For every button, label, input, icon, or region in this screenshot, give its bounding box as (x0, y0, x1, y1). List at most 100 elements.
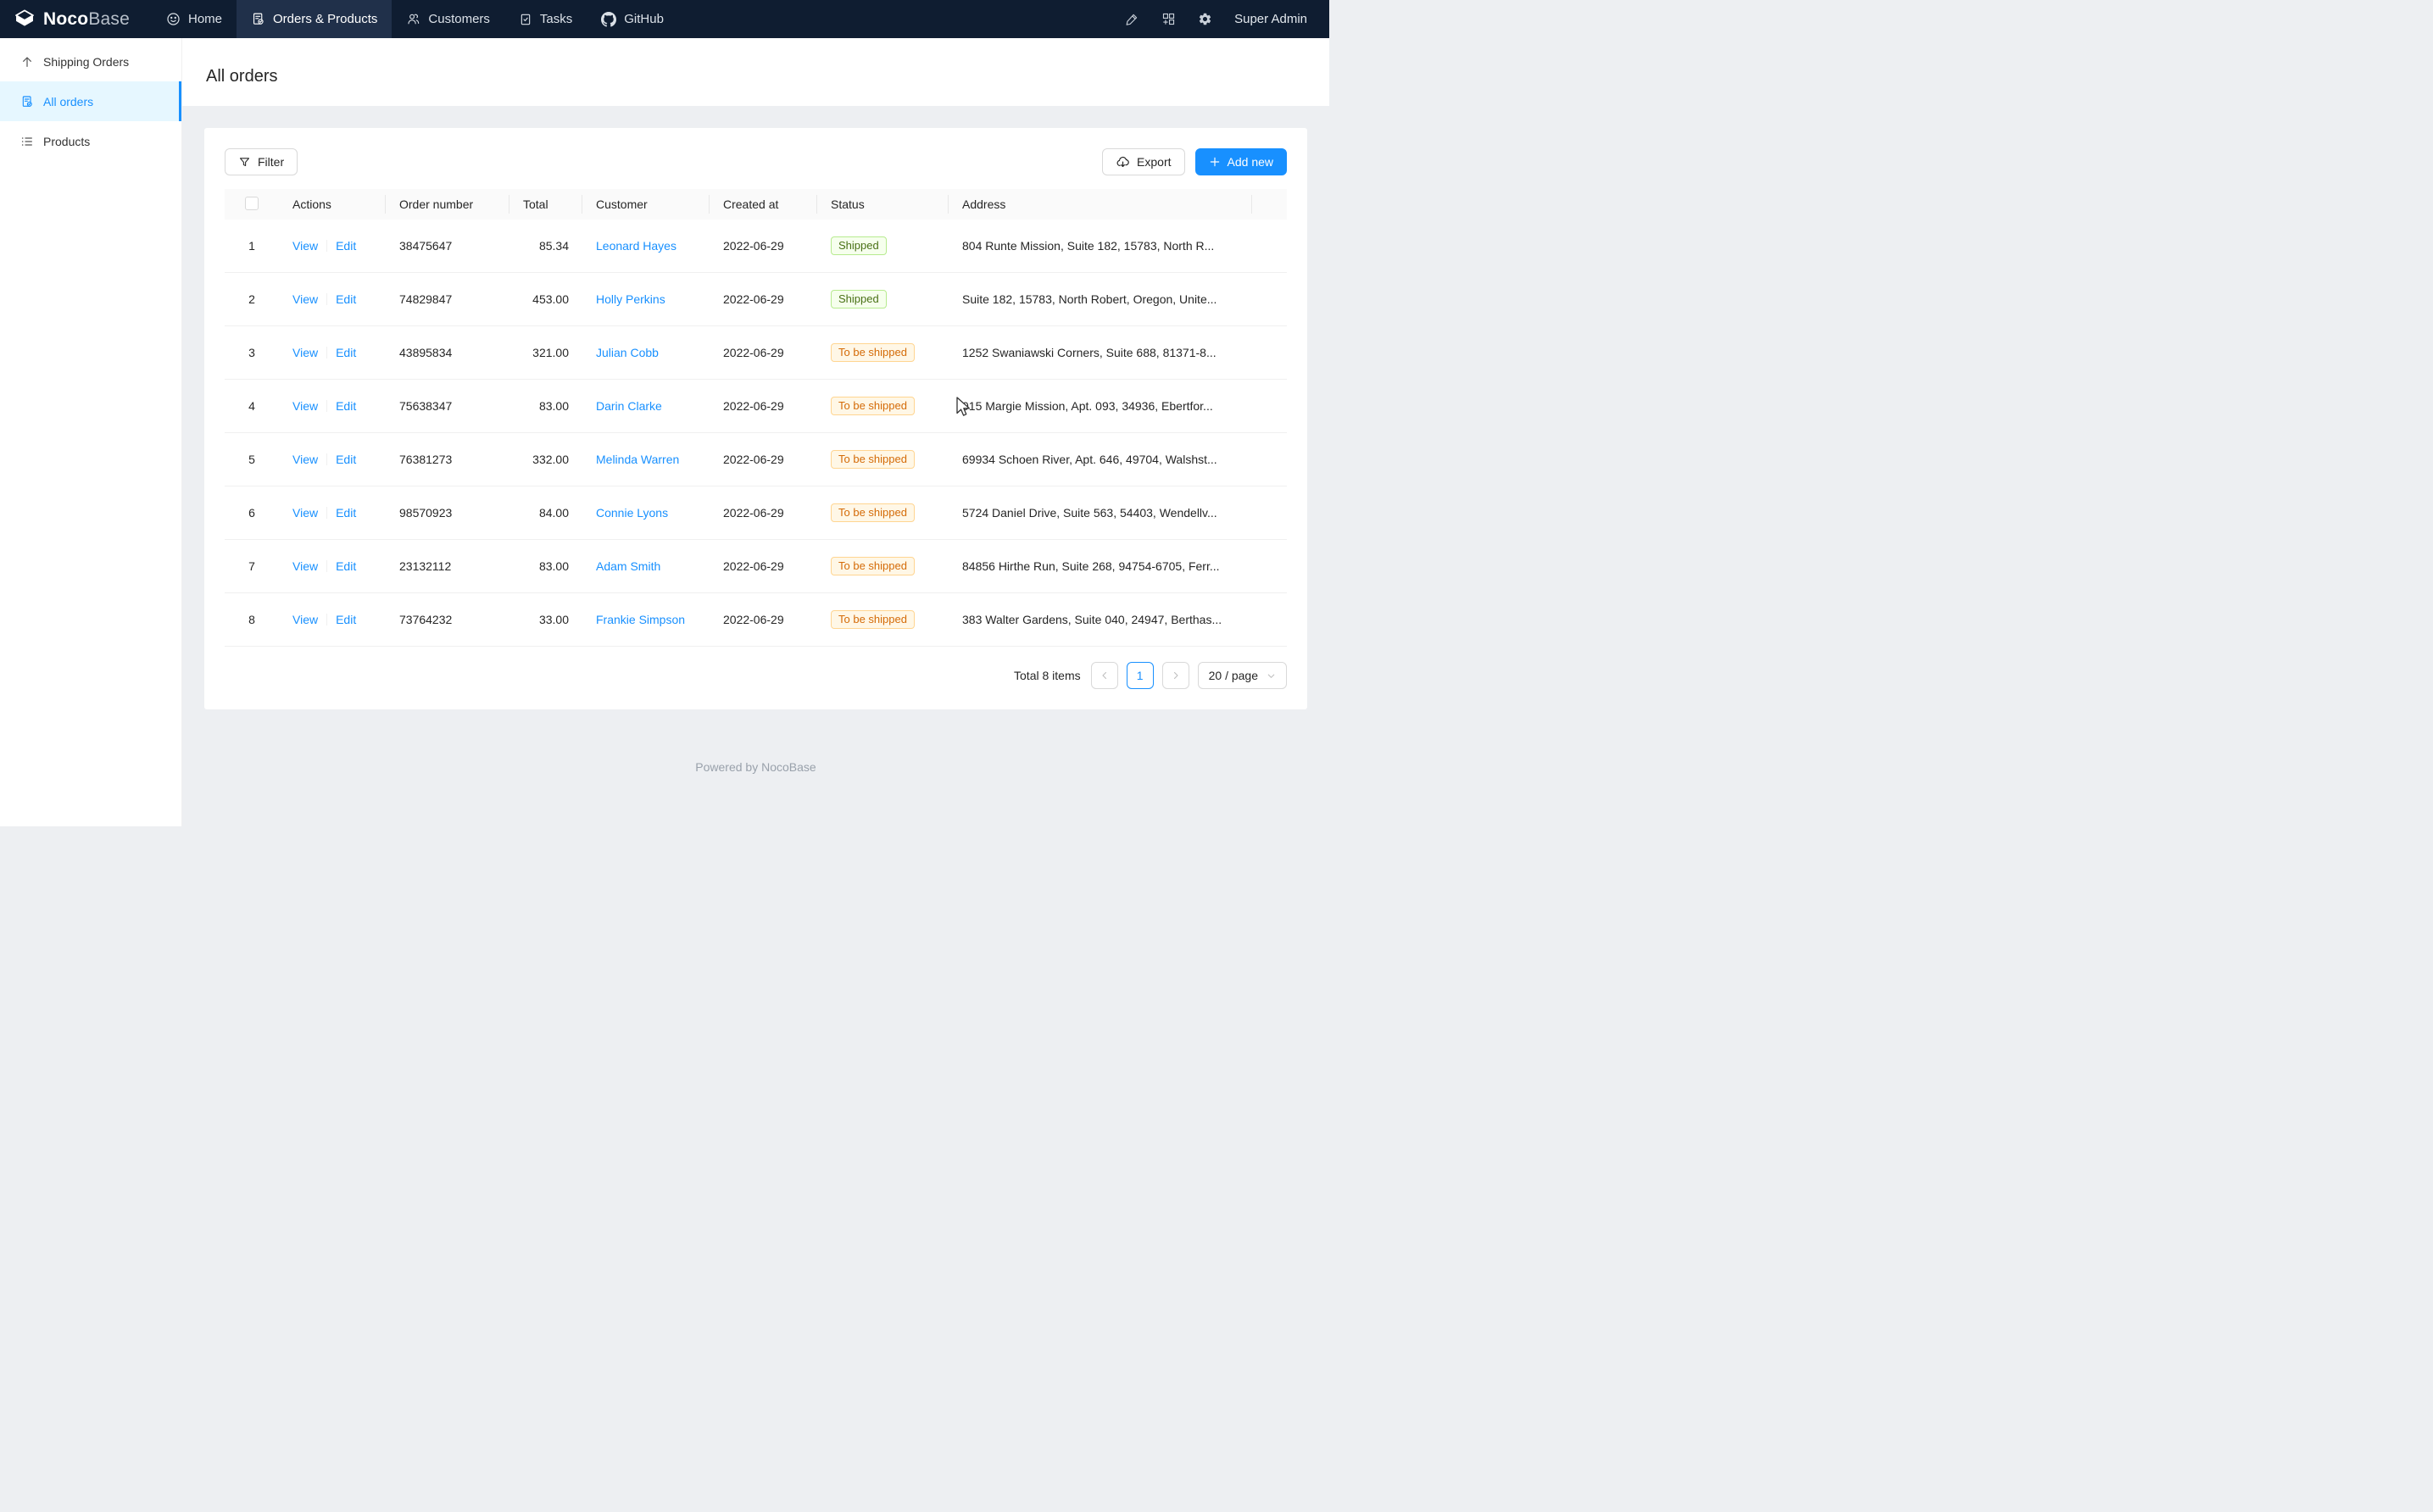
edit-link[interactable]: Edit (336, 453, 356, 466)
nav-item-github[interactable]: GitHub (587, 0, 678, 38)
column-header-status: Status (817, 189, 949, 220)
nocobase-logo[interactable]: NocoBase (0, 0, 152, 38)
smiley-icon (166, 12, 181, 26)
customer-link[interactable]: Frankie Simpson (596, 613, 685, 626)
address-cell: 5724 Daniel Drive, Suite 563, 54403, Wen… (949, 486, 1252, 540)
main-layout: Shipping Orders All orders Products All … (0, 38, 1329, 826)
pagination-prev-button[interactable] (1091, 662, 1118, 689)
select-all-checkbox[interactable] (245, 197, 259, 210)
edit-link[interactable]: Edit (336, 399, 356, 413)
empty-cell (1252, 273, 1287, 326)
empty-cell (1252, 220, 1287, 273)
customer-link[interactable]: Leonard Hayes (596, 239, 676, 253)
nav-item-customers[interactable]: Customers (392, 0, 504, 38)
export-button[interactable]: Export (1102, 148, 1184, 175)
customer-link[interactable]: Holly Perkins (596, 292, 665, 306)
created-at-cell: 2022-06-29 (710, 486, 817, 540)
created-at-cell: 2022-06-29 (710, 380, 817, 433)
order-number-cell: 74829847 (386, 273, 509, 326)
view-link[interactable]: View (292, 453, 318, 466)
ui-editor-pen-icon[interactable] (1125, 12, 1139, 26)
status-badge: Shipped (831, 290, 887, 309)
nav-menu: Home Orders & Products Customers Tasks (152, 0, 678, 38)
view-link[interactable]: View (292, 399, 318, 413)
row-actions: View Edit (279, 593, 386, 647)
view-link[interactable]: View (292, 346, 318, 359)
export-button-label: Export (1137, 155, 1171, 169)
add-new-button-label: Add new (1228, 155, 1273, 169)
pagination-total: Total 8 items (1014, 669, 1081, 682)
customer-link[interactable]: Connie Lyons (596, 506, 668, 520)
status-cell: To be shipped (817, 540, 949, 593)
customer-cell: Adam Smith (582, 540, 710, 593)
customer-link[interactable]: Julian Cobb (596, 346, 659, 359)
edit-link[interactable]: Edit (336, 506, 356, 520)
order-number-cell: 38475647 (386, 220, 509, 273)
nav-item-label: Tasks (540, 12, 572, 26)
view-link[interactable]: View (292, 292, 318, 306)
document-check-icon (251, 12, 265, 26)
add-new-button[interactable]: Add new (1195, 148, 1287, 175)
user-menu[interactable]: Super Admin (1234, 12, 1307, 26)
view-link[interactable]: View (292, 613, 318, 626)
filter-button[interactable]: Filter (225, 148, 298, 175)
status-cell: To be shipped (817, 380, 949, 433)
row-actions: View Edit (279, 326, 386, 380)
sidebar-item-label: Products (43, 135, 90, 148)
card-toolbar: Filter Export Add (225, 148, 1287, 175)
total-cell: 83.00 (509, 540, 582, 593)
edit-link[interactable]: Edit (336, 292, 356, 306)
row-actions: View Edit (279, 486, 386, 540)
view-link[interactable]: View (292, 239, 318, 253)
actions-divider (326, 507, 327, 519)
pagination-page-1[interactable]: 1 (1127, 662, 1154, 689)
table-row: 7ViewEdit2313211283.00Adam Smith2022-06-… (225, 540, 1287, 593)
view-link[interactable]: View (292, 506, 318, 520)
actions-divider (326, 240, 327, 252)
status-badge: To be shipped (831, 503, 915, 522)
edit-link[interactable]: Edit (336, 559, 356, 573)
main-content: All orders Filter (182, 38, 1329, 826)
total-cell: 33.00 (509, 593, 582, 647)
gear-icon[interactable] (1198, 12, 1212, 26)
edit-link[interactable]: Edit (336, 346, 356, 359)
order-number-cell: 76381273 (386, 433, 509, 486)
address-cell: 69934 Schoen River, Apt. 646, 49704, Wal… (949, 433, 1252, 486)
empty-cell (1252, 380, 1287, 433)
nav-item-home[interactable]: Home (152, 0, 237, 38)
status-badge: Shipped (831, 236, 887, 255)
customer-link[interactable]: Darin Clarke (596, 399, 662, 413)
created-at-cell: 2022-06-29 (710, 593, 817, 647)
customer-link[interactable]: Melinda Warren (596, 453, 679, 466)
edit-link[interactable]: Edit (336, 613, 356, 626)
filter-icon (238, 156, 251, 169)
chevron-left-icon (1100, 670, 1110, 681)
row-index: 7 (225, 540, 279, 593)
empty-cell (1252, 433, 1287, 486)
row-index: 4 (225, 380, 279, 433)
pagination: Total 8 items 1 20 / page (225, 662, 1287, 689)
view-link[interactable]: View (292, 559, 318, 573)
sidebar-item-all-orders[interactable]: All orders (0, 81, 181, 121)
pagination-next-button[interactable] (1162, 662, 1189, 689)
column-header-created-at: Created at (710, 189, 817, 220)
nav-item-tasks[interactable]: Tasks (504, 0, 587, 38)
total-cell: 321.00 (509, 326, 582, 380)
customer-link[interactable]: Adam Smith (596, 559, 660, 573)
page-size-select[interactable]: 20 / page (1198, 662, 1287, 689)
row-actions: View Edit (279, 220, 386, 273)
nav-item-orders-products[interactable]: Orders & Products (237, 0, 392, 38)
sidebar-item-products[interactable]: Products (0, 121, 181, 161)
actions-divider (326, 400, 327, 412)
logo-wordmark: NocoBase (43, 9, 130, 30)
row-index: 3 (225, 326, 279, 380)
column-header-actions: Actions (279, 189, 386, 220)
status-cell: Shipped (817, 220, 949, 273)
plugins-blocks-icon[interactable] (1161, 12, 1176, 26)
plus-icon (1209, 156, 1221, 168)
sidebar-item-shipping-orders[interactable]: Shipping Orders (0, 42, 181, 81)
address-cell: 84856 Hirthe Run, Suite 268, 94754-6705,… (949, 540, 1252, 593)
task-check-icon (519, 13, 532, 26)
edit-link[interactable]: Edit (336, 239, 356, 253)
created-at-cell: 2022-06-29 (710, 540, 817, 593)
